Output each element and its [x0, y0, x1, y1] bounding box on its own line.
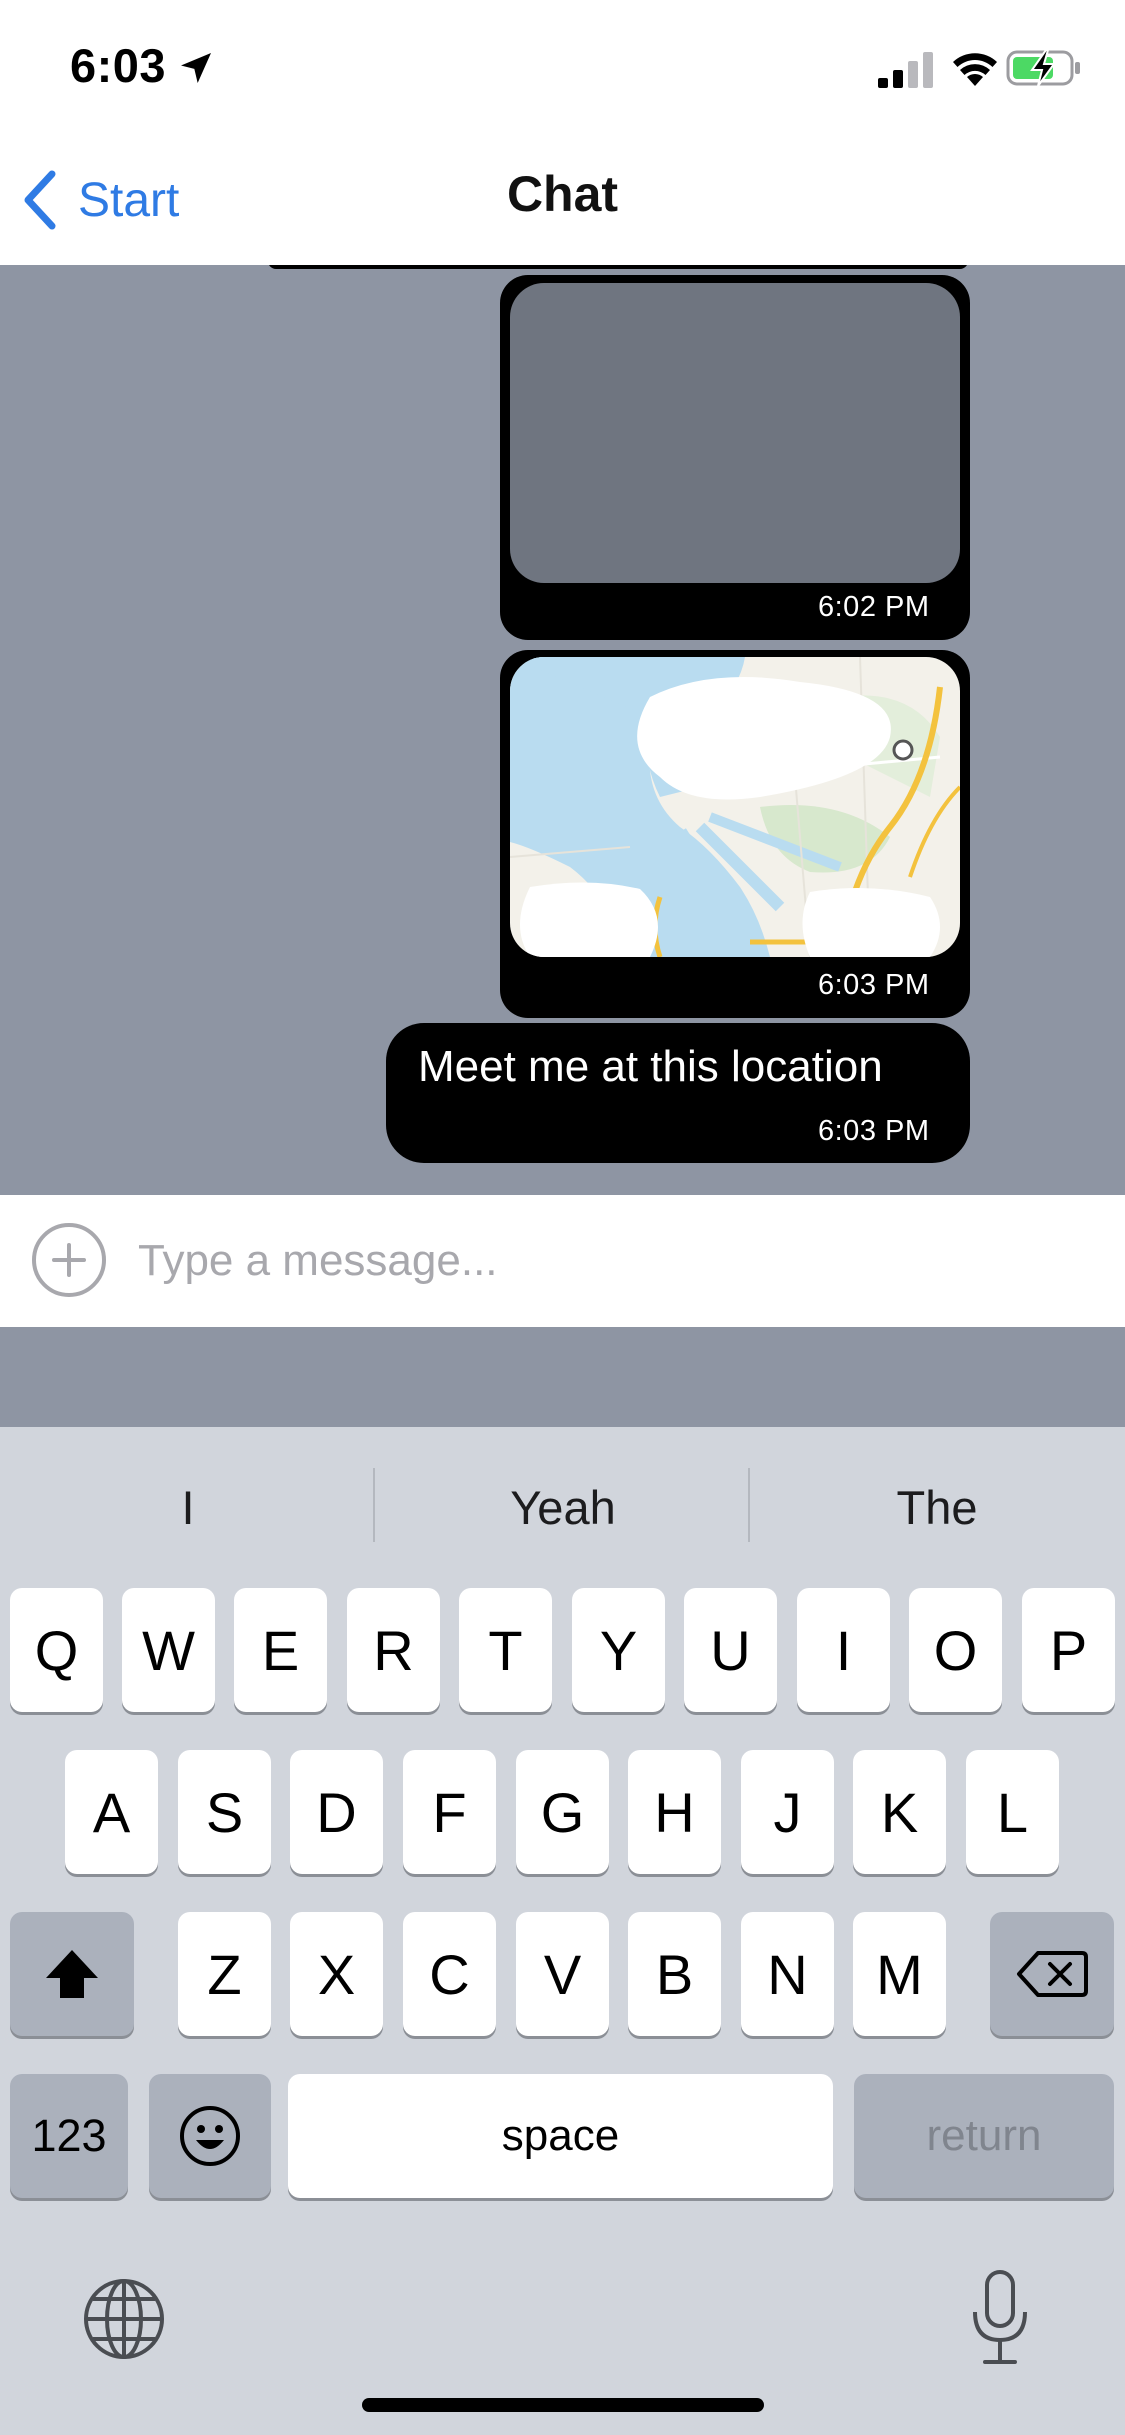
globe-icon[interactable] — [80, 2275, 168, 2363]
home-indicator — [362, 2398, 764, 2412]
key-q[interactable]: Q — [10, 1588, 103, 1712]
key-d[interactable]: D — [290, 1750, 383, 1874]
key-r[interactable]: R — [347, 1588, 440, 1712]
space-key[interactable]: space — [288, 2074, 833, 2198]
map-image — [510, 657, 960, 957]
key-g[interactable]: G — [516, 1750, 609, 1874]
key-v[interactable]: V — [516, 1912, 609, 2036]
emoji-key[interactable] — [149, 2074, 271, 2198]
key-n[interactable]: N — [741, 1912, 834, 2036]
key-h[interactable]: H — [628, 1750, 721, 1874]
key-y[interactable]: Y — [572, 1588, 665, 1712]
suggestion-divider — [748, 1468, 750, 1542]
key-e[interactable]: E — [234, 1588, 327, 1712]
location-arrow-icon — [181, 53, 211, 83]
key-a[interactable]: A — [65, 1750, 158, 1874]
key-x[interactable]: X — [290, 1912, 383, 2036]
message-timestamp: 6:02 PM — [818, 591, 930, 623]
key-w[interactable]: W — [122, 1588, 215, 1712]
key-u[interactable]: U — [684, 1588, 777, 1712]
emoji-icon — [180, 2106, 240, 2166]
suggestion-divider — [373, 1468, 375, 1542]
key-s[interactable]: S — [178, 1750, 271, 1874]
key-f[interactable]: F — [403, 1750, 496, 1874]
key-m[interactable]: M — [853, 1912, 946, 2036]
add-attachment-button[interactable] — [30, 1221, 108, 1299]
chat-background-strip — [0, 1327, 1125, 1427]
key-k[interactable]: K — [853, 1750, 946, 1874]
chat-messages-area[interactable]: 6:02 PM 6:03 PM Meet me at this location… — [0, 265, 1125, 1195]
wifi-icon — [953, 53, 997, 86]
image-placeholder[interactable] — [510, 283, 960, 583]
microphone-icon[interactable] — [965, 2268, 1035, 2368]
shift-key[interactable] — [10, 1912, 134, 2036]
message-timestamp: 6:03 PM — [818, 969, 930, 1001]
status-time: 6:03 — [70, 39, 167, 92]
key-o[interactable]: O — [909, 1588, 1002, 1712]
key-p[interactable]: P — [1022, 1588, 1115, 1712]
shift-arrow-icon — [46, 1950, 98, 1998]
message-text: Meet me at this location — [418, 1042, 883, 1091]
return-key[interactable]: return — [854, 2074, 1114, 2198]
backspace-icon — [1017, 1951, 1088, 1997]
key-j[interactable]: J — [741, 1750, 834, 1874]
suggestion-3[interactable]: The — [752, 1470, 1122, 1546]
key-t[interactable]: T — [459, 1588, 552, 1712]
key-z[interactable]: Z — [178, 1912, 271, 2036]
delete-key[interactable] — [990, 1912, 1114, 2036]
key-l[interactable]: L — [966, 1750, 1059, 1874]
signal-icon — [878, 52, 933, 88]
message-timestamp: 6:03 PM — [818, 1115, 930, 1147]
page-title: Chat — [506, 166, 619, 222]
key-b[interactable]: B — [628, 1912, 721, 2036]
suggestion-2[interactable]: Yeah — [378, 1470, 748, 1546]
previous-message-bubble — [268, 265, 968, 269]
battery-charging-icon — [1006, 49, 1080, 87]
key-i[interactable]: I — [797, 1588, 890, 1712]
key-c[interactable]: C — [403, 1912, 496, 2036]
numbers-key[interactable]: 123 — [10, 2074, 128, 2198]
message-input[interactable] — [138, 1226, 1088, 1296]
suggestion-1[interactable]: I — [3, 1470, 373, 1546]
map-thumbnail[interactable] — [510, 657, 960, 957]
